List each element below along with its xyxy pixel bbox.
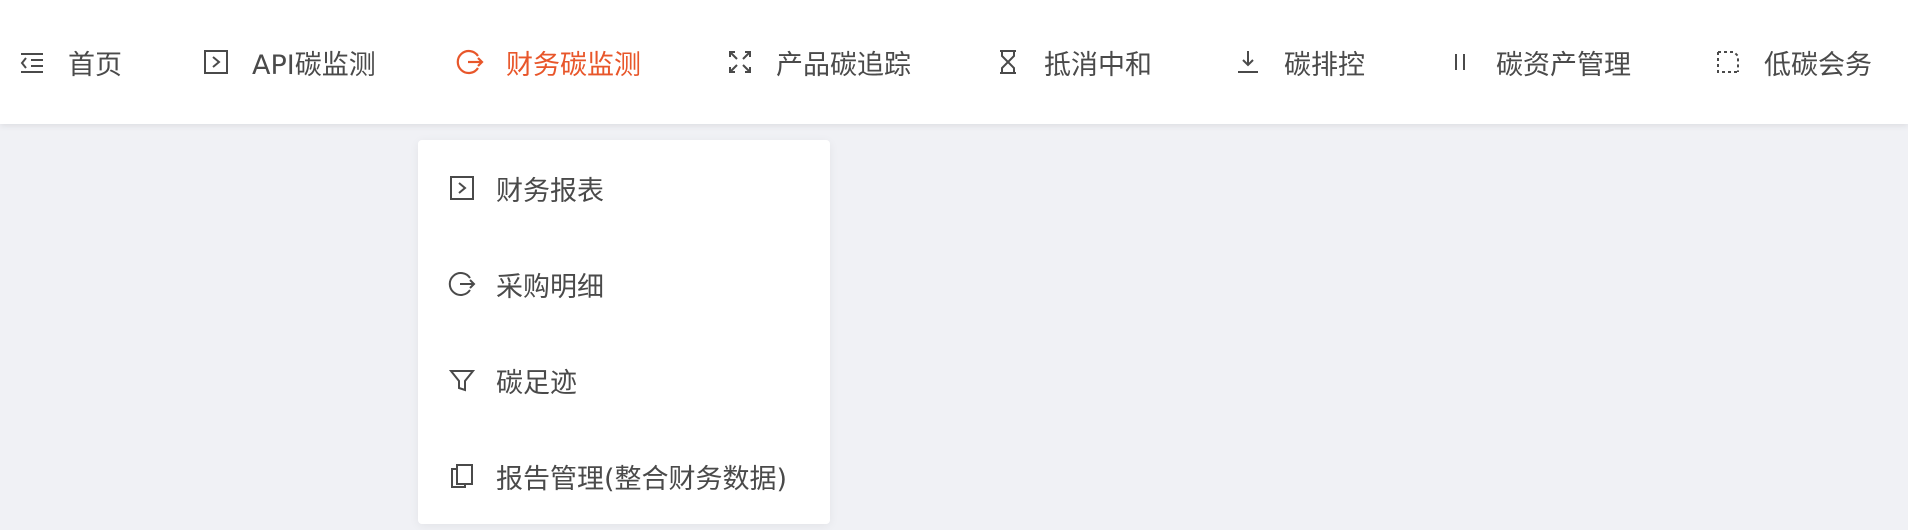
play-square-icon — [202, 48, 230, 76]
submenu-item-report-management[interactable]: 报告管理(整合财务数据) — [448, 456, 787, 496]
nav-item-finance-carbon-monitor[interactable]: 财务碳监测 — [456, 0, 641, 124]
nav-item-label: 首页 — [68, 49, 122, 81]
top-navigation-bar: 首页 API碳监测 财务碳监测 产品碳追踪 抵消中和 碳排控 碳资产管理 低碳会… — [0, 0, 1908, 124]
nav-item-label: 产品碳追踪 — [776, 49, 911, 81]
finance-carbon-submenu: 财务报表 采购明细 碳足迹 报告管理(整合财务数据) — [418, 140, 830, 524]
download-icon — [1234, 48, 1262, 76]
nav-item-api-carbon-monitor[interactable]: API碳监测 — [202, 0, 376, 124]
nav-item-label: 抵消中和 — [1044, 49, 1152, 81]
nav-item-label: 碳资产管理 — [1496, 49, 1631, 81]
nav-item-label: API碳监测 — [252, 49, 376, 81]
submenu-item-financial-statements[interactable]: 财务报表 — [448, 168, 604, 208]
menu-indent-icon — [18, 48, 46, 76]
nav-item-home[interactable]: 首页 — [18, 0, 122, 124]
fullscreen-icon — [726, 48, 754, 76]
play-square-icon — [448, 174, 476, 202]
submenu-item-label: 碳足迹 — [496, 367, 577, 399]
logout-circle-icon — [448, 270, 476, 298]
submenu-item-label: 财务报表 — [496, 175, 604, 207]
nav-item-label: 财务碳监测 — [506, 49, 641, 81]
copy-icon — [448, 462, 476, 490]
nav-item-carbon-asset-management[interactable]: 碳资产管理 — [1446, 0, 1631, 124]
submenu-item-carbon-footprint[interactable]: 碳足迹 — [448, 360, 577, 400]
filter-icon — [448, 366, 476, 394]
submenu-item-purchase-details[interactable]: 采购明细 — [448, 264, 604, 304]
submenu-item-label: 报告管理(整合财务数据) — [496, 463, 788, 495]
nav-item-label: 碳排控 — [1284, 49, 1365, 81]
pause-icon — [1446, 48, 1474, 76]
submenu-item-label: 采购明细 — [496, 271, 604, 303]
dashed-square-icon — [1714, 48, 1742, 76]
logout-circle-icon — [456, 48, 484, 76]
hourglass-icon — [994, 48, 1022, 76]
nav-item-label: 低碳会务 — [1764, 49, 1872, 81]
nav-item-product-carbon-tracking[interactable]: 产品碳追踪 — [726, 0, 911, 124]
nav-item-low-carbon-conference[interactable]: 低碳会务 — [1714, 0, 1872, 124]
nav-item-offset-neutral[interactable]: 抵消中和 — [994, 0, 1152, 124]
nav-item-emission-control[interactable]: 碳排控 — [1234, 0, 1365, 124]
